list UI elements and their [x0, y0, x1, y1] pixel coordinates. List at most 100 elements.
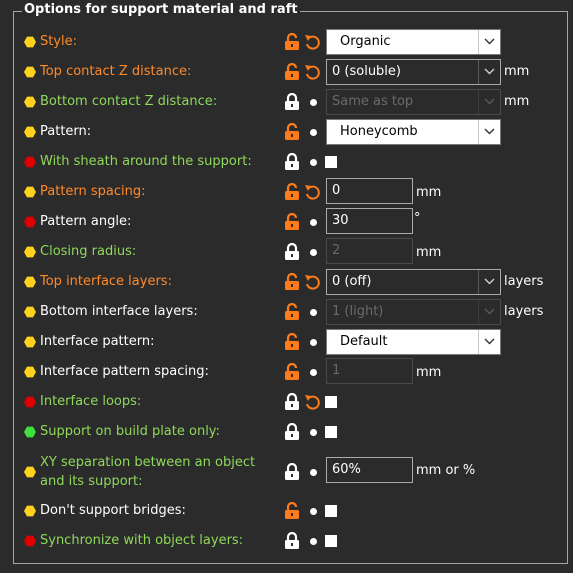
- lock-icon[interactable]: [284, 93, 300, 111]
- hexagon-importance-icon: [24, 505, 36, 517]
- bottom-interface-layers-dropdown[interactable]: 1 (light): [326, 299, 501, 325]
- hexagon-importance-icon: [24, 535, 36, 547]
- xy-separation-input[interactable]: 60%: [326, 457, 413, 483]
- style-dropdown[interactable]: Organic: [326, 29, 501, 55]
- row-closing-radius: Closing radius: 2 mm: [0, 237, 573, 267]
- hexagon-importance-icon: [24, 216, 36, 228]
- label-pattern-spacing: Pattern spacing:: [40, 184, 146, 199]
- lock-icon[interactable]: [284, 423, 300, 441]
- row-with-sheath: With sheath around the support:: [0, 147, 573, 177]
- pattern-spacing-input[interactable]: 0: [326, 178, 413, 204]
- hexagon-importance-icon: [24, 246, 36, 258]
- undo-arrow-icon[interactable]: [304, 63, 320, 81]
- unlock-icon[interactable]: [284, 502, 300, 520]
- hexagon-importance-icon: [24, 126, 36, 138]
- row-pattern-angle: Pattern angle: 30 °: [0, 207, 573, 237]
- unlock-icon[interactable]: [284, 333, 300, 351]
- support-build-plate-checkbox[interactable]: [325, 426, 337, 438]
- bullet-icon: [310, 339, 317, 346]
- label-closing-radius: Closing radius:: [40, 244, 137, 259]
- chevron-down-icon[interactable]: [478, 60, 500, 84]
- bullet-icon: [310, 538, 317, 545]
- hexagon-importance-icon: [24, 276, 36, 288]
- unit-label: layers: [504, 274, 544, 289]
- label-bottom-interface-layers: Bottom interface layers:: [40, 304, 198, 319]
- bullet-icon: [310, 99, 317, 106]
- bullet-icon: [310, 369, 317, 376]
- label-top-contact-z: Top contact Z distance:: [40, 64, 192, 79]
- chevron-down-icon[interactable]: [478, 300, 500, 324]
- lock-icon[interactable]: [284, 393, 300, 411]
- bullet-icon: [310, 129, 317, 136]
- label-support-build-plate: Support on build plate only:: [40, 424, 220, 439]
- row-support-build-plate: Support on build plate only:: [0, 417, 573, 447]
- label-with-sheath: With sheath around the support:: [40, 154, 252, 169]
- row-top-contact-z: Top contact Z distance: 0 (soluble) mm: [0, 57, 573, 87]
- unlock-icon[interactable]: [284, 183, 300, 201]
- unit-label: mm: [504, 64, 530, 79]
- interface-pattern-spacing-input[interactable]: 1: [326, 358, 413, 384]
- hexagon-importance-icon: [24, 66, 36, 78]
- unlock-icon[interactable]: [284, 213, 300, 231]
- chevron-down-icon[interactable]: [478, 90, 500, 114]
- hexagon-importance-icon: [24, 396, 36, 408]
- bullet-icon: [310, 219, 317, 226]
- unlock-icon[interactable]: [284, 123, 300, 141]
- bullet-icon: [310, 249, 317, 256]
- dont-support-bridges-checkbox[interactable]: [325, 505, 337, 517]
- lock-icon[interactable]: [284, 243, 300, 261]
- with-sheath-checkbox[interactable]: [325, 156, 337, 168]
- label-pattern: Pattern:: [40, 124, 92, 139]
- undo-arrow-icon[interactable]: [304, 33, 320, 51]
- chevron-down-icon[interactable]: [478, 330, 500, 354]
- unit-label: layers: [504, 304, 544, 319]
- hexagon-importance-icon: [24, 426, 36, 438]
- bullet-icon: [310, 508, 317, 515]
- row-pattern: Pattern: Honeycomb: [0, 117, 573, 147]
- label-bottom-contact-z: Bottom contact Z distance:: [40, 94, 218, 109]
- top-contact-z-dropdown[interactable]: 0 (soluble): [326, 59, 501, 85]
- unit-label: mm: [504, 94, 530, 109]
- row-style: Style: Organic: [0, 27, 573, 57]
- bullet-icon: [310, 309, 317, 316]
- unlock-icon[interactable]: [284, 303, 300, 321]
- bullet-icon: [310, 159, 317, 166]
- row-synchronize-layers: Synchronize with object layers:: [0, 526, 573, 556]
- unlock-icon[interactable]: [284, 273, 300, 291]
- unlock-icon[interactable]: [284, 33, 300, 51]
- lock-icon[interactable]: [284, 153, 300, 171]
- synchronize-layers-checkbox[interactable]: [325, 535, 337, 547]
- undo-arrow-icon[interactable]: [304, 273, 320, 291]
- hexagon-importance-icon: [24, 306, 36, 318]
- chevron-down-icon[interactable]: [478, 120, 500, 144]
- undo-arrow-icon[interactable]: [304, 393, 320, 411]
- unit-label: mm: [416, 245, 442, 260]
- unlock-icon[interactable]: [284, 363, 300, 381]
- lock-icon[interactable]: [284, 463, 300, 481]
- bottom-contact-z-dropdown[interactable]: Same as top: [326, 89, 501, 115]
- chevron-down-icon[interactable]: [478, 270, 500, 294]
- lock-icon[interactable]: [284, 532, 300, 550]
- pattern-angle-input[interactable]: 30: [326, 208, 413, 234]
- row-pattern-spacing: Pattern spacing: 0 mm: [0, 177, 573, 207]
- pattern-dropdown[interactable]: Honeycomb: [326, 119, 501, 145]
- top-interface-layers-dropdown[interactable]: 0 (off): [326, 269, 501, 295]
- label-pattern-angle: Pattern angle:: [40, 214, 132, 229]
- interface-pattern-dropdown[interactable]: Default: [326, 329, 501, 355]
- hexagon-importance-icon: [24, 366, 36, 378]
- hexagon-importance-icon: [24, 466, 36, 478]
- label-interface-pattern-spacing: Interface pattern spacing:: [40, 364, 209, 379]
- undo-arrow-icon[interactable]: [304, 183, 320, 201]
- unit-label: mm: [416, 185, 442, 200]
- row-xy-separation: XY separation between an object and its …: [0, 452, 573, 492]
- label-interface-pattern: Interface pattern:: [40, 334, 155, 349]
- label-xy-separation-line1: XY separation between an object: [40, 455, 256, 470]
- hexagon-importance-icon: [24, 336, 36, 348]
- label-dont-support-bridges: Don't support bridges:: [40, 503, 186, 518]
- hexagon-importance-icon: [24, 36, 36, 48]
- chevron-down-icon[interactable]: [478, 30, 500, 54]
- unlock-icon[interactable]: [284, 63, 300, 81]
- interface-loops-checkbox[interactable]: [325, 396, 337, 408]
- unit-label: °: [414, 211, 421, 226]
- closing-radius-input[interactable]: 2: [326, 238, 413, 264]
